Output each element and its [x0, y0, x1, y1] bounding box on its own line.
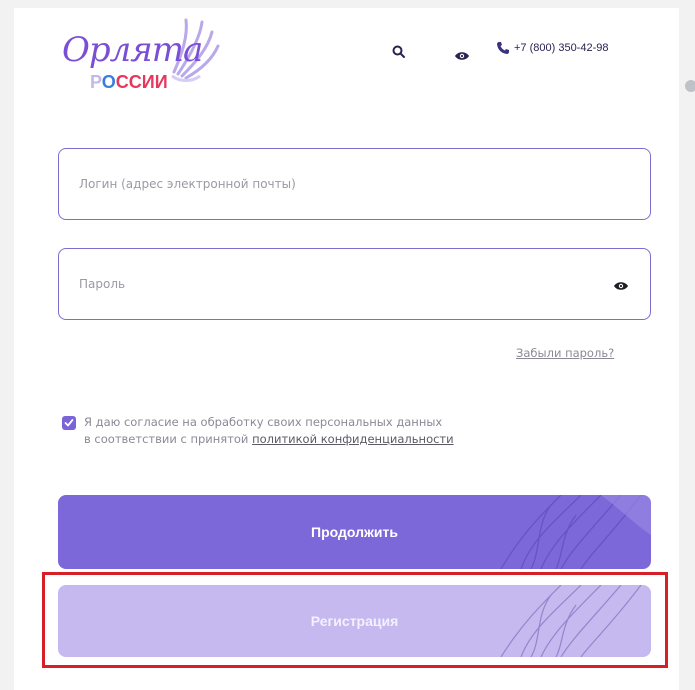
phone-icon — [497, 42, 509, 54]
logo[interactable]: Орлята РОССИИ — [60, 16, 220, 96]
consent-line-1: Я даю согласие на обработку своих персон… — [84, 415, 443, 429]
password-input[interactable] — [79, 249, 599, 319]
continue-label: Продолжить — [311, 524, 398, 540]
button-decoration — [500, 585, 642, 657]
show-password-eye-icon[interactable] — [613, 276, 629, 295]
consent-text: Я даю согласие на обработку своих персон… — [84, 414, 454, 448]
logo-word: Орлята — [62, 30, 203, 70]
login-input[interactable] — [79, 149, 599, 219]
side-dot — [685, 80, 695, 92]
forgot-password-link[interactable]: Забыли пароль? — [516, 346, 614, 360]
eye-icon[interactable] — [454, 46, 470, 65]
continue-button[interactable]: Продолжить — [58, 495, 651, 569]
checkbox-check-icon — [64, 419, 74, 427]
logo-subtitle: РОССИИ — [90, 72, 168, 92]
phone-number: +7 (800) 350-42-98 — [514, 42, 609, 54]
button-decoration — [500, 495, 651, 569]
register-button[interactable]: Регистрация — [58, 585, 651, 657]
privacy-policy-link[interactable]: политикой конфиденциальности — [252, 432, 454, 446]
password-field[interactable] — [58, 248, 651, 320]
login-field[interactable] — [58, 148, 651, 220]
search-icon[interactable] — [392, 44, 406, 63]
phone-link[interactable]: +7 (800) 350-42-98 — [496, 41, 608, 55]
consent-line-2: в соответствии с принятой — [84, 432, 253, 446]
register-label: Регистрация — [310, 613, 399, 629]
consent-checkbox[interactable] — [62, 416, 76, 430]
